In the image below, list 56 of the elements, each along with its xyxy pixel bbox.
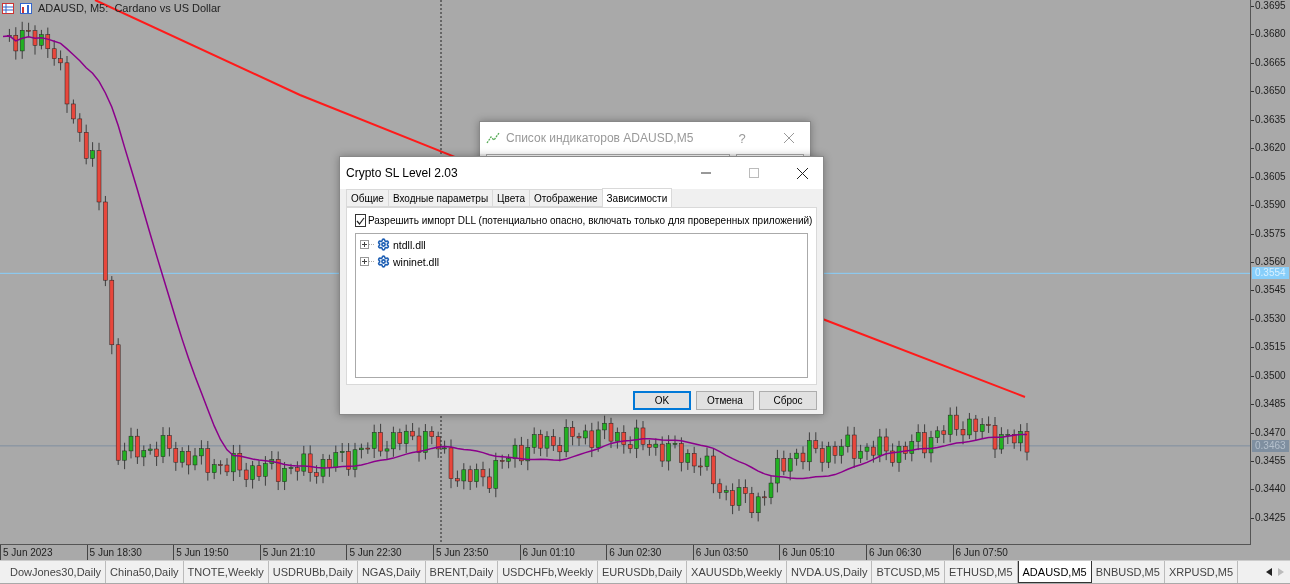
price-label: 0.3605 [1251,170,1286,200]
table-icon[interactable] [2,2,14,14]
dialog-tab[interactable]: Зависимости [601,188,673,207]
price-label: 0.3515 [1251,341,1286,370]
symbol-tab[interactable]: USDCHFb,Weekly [498,561,598,583]
price-label: 0.3665 [1251,56,1286,86]
symbol-tab[interactable]: BRENT,Daily [425,561,499,583]
symbol-tab[interactable]: DowJones30,Daily [6,561,107,583]
symbol-tab[interactable]: NGAS,Daily [357,561,426,583]
indicator-icon [486,132,500,144]
symbol-tab[interactable]: ETHUSD,M5 [944,561,1018,583]
checkbox[interactable] [355,214,366,227]
bar-chart-icon[interactable] [20,2,32,14]
price-label: 0.3455 [1251,455,1286,484]
gear-icon [377,255,390,268]
price-label: 0.3575 [1251,227,1286,256]
price-label: 0.3680 [1251,28,1286,57]
price-label: 0.3590 [1251,199,1286,228]
symbol-tab[interactable]: China50,Daily [106,561,184,583]
dialog-title: Список индикаторов ADAUSD,M5 [506,131,695,145]
price-label: 0.3500 [1251,369,1286,399]
price-label: 0.3425 [1251,511,1286,541]
price-label: 0.3440 [1251,483,1286,512]
price-label: 0.3620 [1251,142,1286,171]
chart-title: ADAUSD, M5: Cardano vs US Dollar [38,2,221,14]
price-label: 0.3635 [1251,113,1286,143]
symbol-tab[interactable]: ADAUSD,M5 [1017,561,1092,583]
gear-icon [377,238,390,251]
symbol-tab[interactable]: TNOTE,Weekly [183,561,269,583]
dialog-tab[interactable]: Входные параметры [387,189,494,207]
tree-item[interactable]: ntdll.dll [393,238,426,251]
price-label: 0.3650 [1251,85,1286,114]
dialog-button[interactable]: Отмена [696,391,754,410]
checkbox-label: Разрешить импорт DLL (потенциально опасно, включать только для проверенных приложений) [368,215,813,226]
symbol-tab[interactable]: EURUSDb,Daily [598,561,688,583]
expand-icon[interactable] [360,257,374,266]
symbol-tab[interactable]: XRPUSD,M5 [1164,561,1239,583]
price-label: 0.3545 [1251,284,1286,313]
symbol-tab[interactable]: NVDA.US,Daily [787,561,873,583]
symbol-tab[interactable]: BTCUSD,M5 [872,561,945,583]
dialog-button[interactable]: OK [633,391,691,410]
symbol-tab[interactable]: BNBUSD,M5 [1091,561,1165,583]
symbol-tab[interactable]: XAUUSDb,Weekly [687,561,787,583]
tree-item[interactable]: wininet.dll [393,255,440,268]
dialog-button[interactable]: Сброс [759,391,817,410]
price-label: 0.3530 [1251,312,1286,342]
dialog-tab[interactable]: Отображение [528,189,603,207]
price-label: 0.3485 [1251,398,1286,427]
dialog-tab[interactable]: Общие [346,189,389,207]
symbol-tab[interactable]: USDRUBb,Daily [268,561,358,583]
dialog-tab[interactable]: Цвета [492,189,530,207]
dialog-title: Crypto SL Level 2.03 [346,166,459,180]
scroll-left-icon[interactable] [1266,568,1272,576]
price-marker: 0.3554 [1252,267,1289,280]
expand-icon[interactable] [360,240,374,249]
price-label: 0.3695 [1251,0,1286,29]
